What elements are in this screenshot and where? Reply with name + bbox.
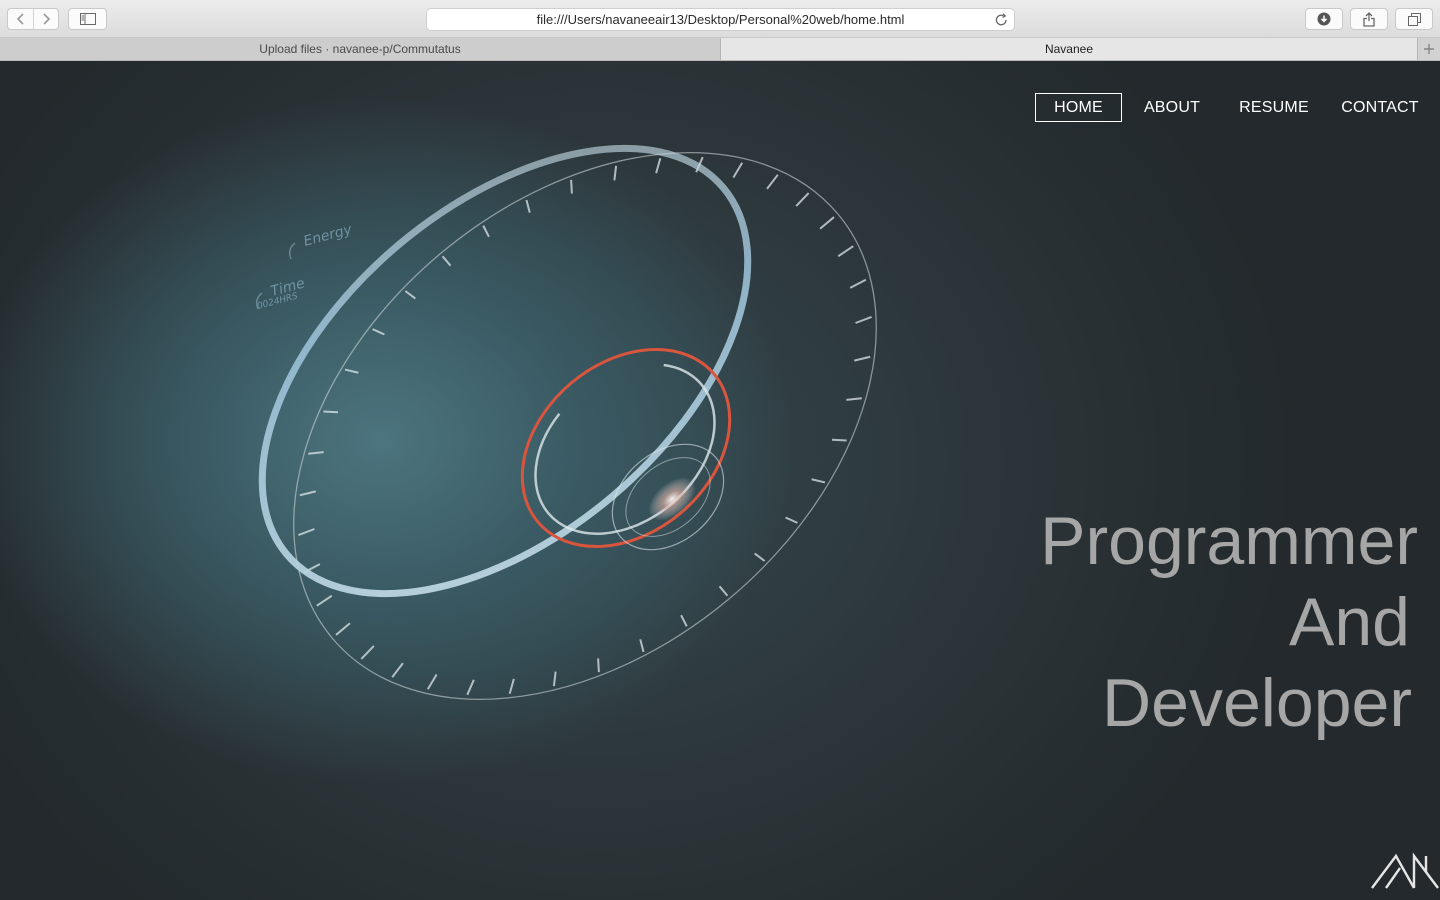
- dial-tick: [466, 679, 475, 696]
- dial-tick: [482, 225, 490, 238]
- sidebar-icon[interactable]: [68, 8, 107, 30]
- nav-resume[interactable]: RESUME: [1230, 93, 1318, 122]
- dial-tick: [849, 278, 867, 289]
- dial-tick: [316, 594, 333, 607]
- share-icon[interactable]: [1350, 8, 1388, 30]
- tab-label: Navanee: [1044, 42, 1094, 56]
- dial-tick: [344, 368, 359, 374]
- dial-tick: [323, 410, 339, 414]
- tab-label: Upload files · navanee-p/Commutatus: [259, 42, 461, 56]
- dial-tick: [298, 528, 315, 537]
- dial-tick: [718, 585, 729, 597]
- dial-tick: [391, 662, 404, 678]
- dial-tick: [785, 516, 798, 524]
- history-buttons: [7, 8, 59, 30]
- dial-tick: [570, 179, 573, 194]
- hud-dial-illustration: Energy Time 0024HRS: [255, 144, 877, 700]
- back-icon[interactable]: [8, 9, 33, 29]
- downloads-icon[interactable]: [1305, 8, 1343, 30]
- dial-tick: [811, 478, 826, 484]
- hero-tagline: Programmer And Developer: [1040, 501, 1418, 744]
- dial-tick: [426, 674, 438, 690]
- dial-tick: [441, 255, 452, 267]
- dial-tick: [404, 290, 416, 300]
- dial-tick: [819, 216, 835, 230]
- dial-tick: [831, 438, 847, 442]
- forward-icon[interactable]: [33, 9, 58, 29]
- tabs-overview-icon[interactable]: [1395, 8, 1433, 30]
- dial-tick: [372, 328, 385, 336]
- new-tab-icon[interactable]: [1417, 38, 1440, 60]
- dial-tick: [655, 157, 662, 174]
- dial-tick: [360, 645, 375, 660]
- dial-tick: [335, 622, 351, 636]
- dial-tick: [299, 490, 316, 497]
- tab-navanee[interactable]: Navanee: [720, 38, 1417, 60]
- dial-tick: [754, 552, 766, 562]
- dial-tick: [680, 614, 688, 627]
- browser-toolbar: file:///Users/navaneeair13/Desktop/Perso…: [0, 0, 1440, 38]
- dial-tick: [837, 245, 854, 258]
- brand-logo-icon: [1371, 852, 1439, 889]
- dial-tick: [766, 174, 779, 190]
- dial-tick: [308, 451, 324, 455]
- webpage: Energy Time 0024HRS HOME ABOUT RESUME CO…: [0, 61, 1440, 900]
- dial-tick: [846, 397, 862, 401]
- url-text: file:///Users/navaneeair13/Desktop/Perso…: [536, 12, 905, 27]
- dial-tick: [597, 658, 600, 673]
- dial-tick: [639, 639, 645, 653]
- address-bar[interactable]: file:///Users/navaneeair13/Desktop/Perso…: [426, 8, 1015, 31]
- nav-about[interactable]: ABOUT: [1132, 93, 1212, 122]
- main-nav: HOME ABOUT RESUME CONTACT: [1035, 93, 1424, 122]
- dial-tick: [795, 192, 810, 207]
- nav-contact[interactable]: CONTACT: [1336, 93, 1424, 122]
- dial-tick: [552, 671, 557, 687]
- dial-tick: [732, 162, 744, 178]
- dial-tick: [508, 678, 515, 695]
- tagline-line-2: And: [1289, 584, 1410, 660]
- dial-tick: [613, 165, 618, 181]
- tab-upload-files[interactable]: Upload files · navanee-p/Commutatus: [0, 38, 720, 60]
- tagline-line-3: Developer: [1102, 665, 1412, 741]
- dial-tick: [855, 315, 872, 324]
- nav-home[interactable]: HOME: [1035, 93, 1122, 122]
- reload-icon[interactable]: [995, 13, 1008, 30]
- hud-label-energy: Energy: [302, 221, 354, 249]
- dial-tick: [854, 355, 871, 362]
- tagline-line-1: Programmer: [1040, 503, 1418, 579]
- dial-tick: [525, 199, 531, 213]
- tab-bar: Upload files · navanee-p/Commutatus Nava…: [0, 38, 1440, 61]
